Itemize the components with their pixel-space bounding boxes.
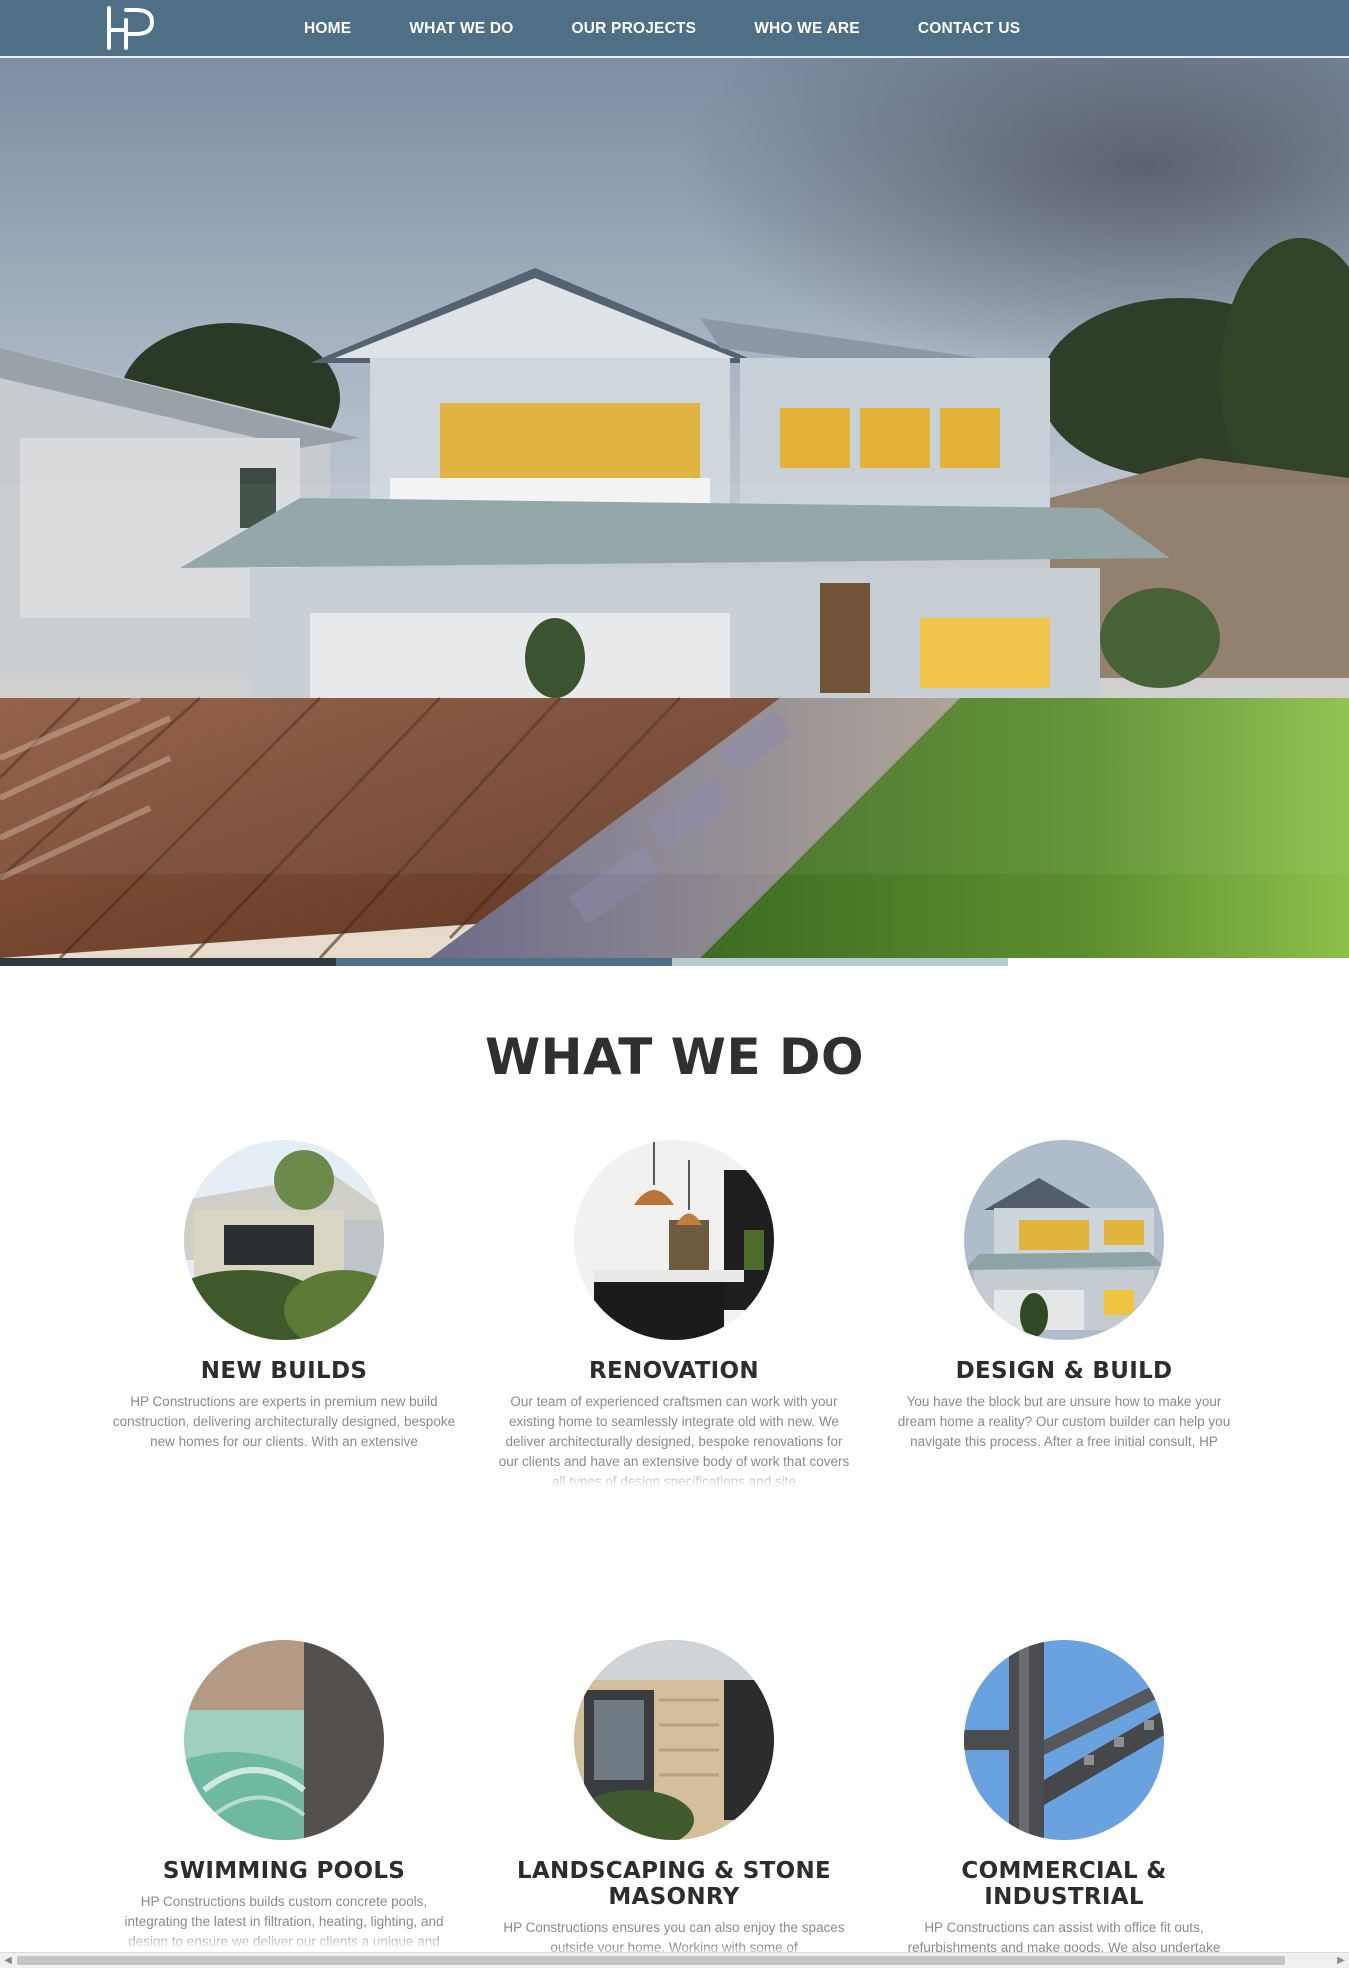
service-card-renovation[interactable]: RENOVATION Our team of experienced craft… — [494, 1140, 854, 1488]
hp-logo[interactable] — [106, 6, 158, 50]
service-card-swimming-pools[interactable]: SWIMMING POOLS HP Constructions builds c… — [104, 1640, 464, 1950]
swimming-pools-title: SWIMMING POOLS — [162, 1858, 406, 1884]
service-card-commercial[interactable]: COMMERCIAL & INDUSTRIAL HP Constructions… — [884, 1640, 1244, 1968]
commercial-image — [964, 1640, 1164, 1840]
scroll-right-arrow-icon[interactable]: ▶ — [1333, 1953, 1349, 1968]
service-card-design-build[interactable]: DESIGN & BUILD You have the block but ar… — [884, 1140, 1244, 1452]
landscaping-title: LANDSCAPING & STONE MASONRY — [516, 1858, 832, 1910]
slide-indicator-3[interactable] — [672, 958, 1008, 966]
swimming-pools-description: HP Constructions builds custom concrete … — [124, 1894, 444, 1949]
renovation-title: RENOVATION — [589, 1358, 759, 1384]
service-card-landscaping[interactable]: LANDSCAPING & STONE MASONRY HP Construct… — [494, 1640, 854, 1958]
design-build-image — [964, 1140, 1164, 1340]
scrollbar-thumb[interactable] — [17, 1956, 1285, 1965]
commercial-title: COMMERCIAL & INDUSTRIAL — [961, 1858, 1167, 1910]
new-builds-title: NEW BUILDS — [200, 1358, 368, 1384]
hero-house-image — [0, 58, 1349, 958]
nav-who-we-are[interactable]: WHO WE ARE — [725, 20, 889, 38]
nav-what-we-do[interactable]: WHAT WE DO — [380, 20, 542, 38]
renovation-description: Our team of experienced craftsmen can wo… — [498, 1394, 850, 1488]
design-build-description: You have the block but are unsure how to… — [897, 1394, 1231, 1449]
nav-contact-us[interactable]: CONTACT US — [889, 20, 1049, 38]
swimming-pools-image — [184, 1640, 384, 1840]
new-builds-image — [184, 1140, 384, 1340]
nav-home[interactable]: HOME — [275, 20, 380, 38]
renovation-image — [574, 1140, 774, 1340]
hero-slider[interactable] — [0, 58, 1349, 958]
section-title-what-we-do: WHAT WE DO — [484, 1028, 865, 1086]
slider-indicators — [0, 958, 1349, 966]
new-builds-description: HP Constructions are experts in premium … — [112, 1394, 456, 1449]
service-card-new-builds[interactable]: NEW BUILDS HP Constructions are experts … — [104, 1140, 464, 1452]
slide-indicator-2[interactable] — [336, 958, 672, 966]
design-build-title: DESIGN & BUILD — [955, 1358, 1173, 1384]
nav-our-projects[interactable]: OUR PROJECTS — [542, 20, 725, 38]
landscaping-image — [574, 1640, 774, 1840]
scroll-left-arrow-icon[interactable]: ◀ — [0, 1953, 16, 1968]
top-navigation-bar: HOME WHAT WE DO OUR PROJECTS WHO WE ARE … — [0, 0, 1349, 58]
slide-indicator-1[interactable] — [0, 958, 336, 966]
horizontal-scrollbar[interactable]: ◀ ▶ — [0, 1952, 1349, 1968]
main-menu: HOME WHAT WE DO OUR PROJECTS WHO WE ARE … — [275, 0, 1049, 58]
